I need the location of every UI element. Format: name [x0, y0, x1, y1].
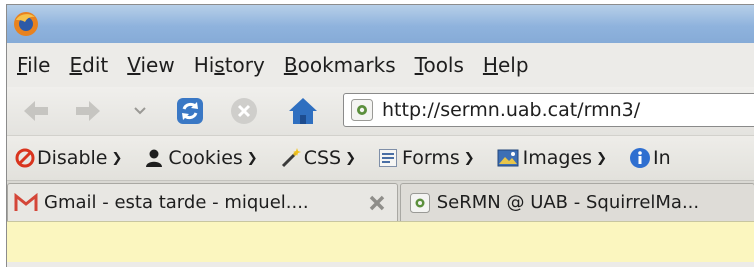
menu-edit[interactable]: Edit: [69, 53, 108, 77]
devbar-forms-menu[interactable]: Forms ❯: [378, 147, 475, 169]
back-button[interactable]: [21, 97, 51, 125]
chevron-down-icon: ❯: [111, 150, 123, 166]
chevron-down-icon: ❯: [463, 150, 475, 166]
menu-file[interactable]: File: [17, 53, 50, 77]
devbar-disable-label: Disable: [37, 147, 108, 169]
devbar-information-label: In: [652, 147, 671, 169]
reload-button[interactable]: [173, 95, 207, 127]
chevron-down-icon: ❯: [345, 150, 356, 166]
devbar-cookies-menu[interactable]: Cookies ❯: [144, 147, 258, 169]
devbar-images-menu[interactable]: Images ❯: [497, 147, 607, 169]
menu-help[interactable]: Help: [483, 53, 529, 77]
title-bar[interactable]: [7, 5, 754, 43]
devbar-images-label: Images: [522, 147, 593, 169]
stop-icon: [231, 98, 257, 124]
forward-arrow-icon: [76, 101, 100, 121]
tab-close-button[interactable]: [367, 193, 387, 213]
devbar-cookies-label: Cookies: [168, 147, 243, 169]
menu-bookmarks[interactable]: Bookmarks: [284, 53, 396, 77]
browser-window: File Edit View History Bookmarks Tools H…: [6, 4, 754, 267]
menu-bar: File Edit View History Bookmarks Tools H…: [7, 43, 754, 87]
web-developer-toolbar: Disable ❯ Cookies ❯ CSS ❯ Forms ❯ Images…: [7, 135, 754, 180]
firefox-logo-icon: [14, 12, 38, 36]
devbar-disable-menu[interactable]: Disable ❯: [15, 147, 122, 169]
information-icon: [629, 148, 650, 168]
tab-title: Gmail - esta tarde - miquel....: [44, 192, 309, 213]
menu-view[interactable]: View: [127, 53, 174, 77]
chevron-down-icon: ❯: [246, 150, 258, 166]
notification-bar: [7, 221, 754, 262]
stop-button[interactable]: [227, 95, 261, 127]
images-icon: [497, 149, 519, 167]
back-arrow-icon: [24, 101, 48, 121]
reload-icon: [177, 98, 203, 124]
devbar-css-label: CSS: [303, 147, 342, 169]
tab-gmail[interactable]: Gmail - esta tarde - miquel....: [7, 183, 398, 221]
url-bar[interactable]: http://sermn.uab.cat/rmn3/: [343, 93, 754, 127]
tab-title: SeRMN @ UAB - SquirrelMa...: [436, 192, 700, 213]
history-dropdown-button[interactable]: [131, 101, 149, 121]
chevron-down-icon: ❯: [596, 150, 607, 166]
disable-icon: [15, 148, 35, 168]
forward-button[interactable]: [73, 97, 103, 125]
cookies-icon: [146, 149, 163, 167]
forms-icon: [378, 149, 397, 167]
close-icon: [369, 195, 384, 210]
devbar-css-menu[interactable]: CSS ❯: [280, 147, 356, 169]
devbar-information-menu[interactable]: In: [629, 147, 671, 169]
devbar-forms-label: Forms: [401, 147, 460, 169]
gmail-icon: [14, 192, 38, 211]
menu-history[interactable]: History: [194, 53, 265, 77]
history-dropdown-icon: [134, 107, 146, 115]
menu-tools[interactable]: Tools: [415, 53, 464, 77]
home-button[interactable]: [285, 95, 321, 127]
tab-sermn[interactable]: SeRMN @ UAB - SquirrelMa...: [399, 183, 754, 221]
home-icon: [289, 98, 317, 124]
tab-strip: Gmail - esta tarde - miquel.... SeRMN @ …: [7, 180, 754, 221]
css-wand-icon: [281, 148, 301, 168]
page-icon: [409, 192, 430, 213]
navigation-toolbar: http://sermn.uab.cat/rmn3/: [7, 87, 754, 135]
site-identity-icon: [351, 99, 373, 121]
site-identity-button[interactable]: [350, 98, 374, 122]
url-text[interactable]: http://sermn.uab.cat/rmn3/: [382, 99, 640, 121]
